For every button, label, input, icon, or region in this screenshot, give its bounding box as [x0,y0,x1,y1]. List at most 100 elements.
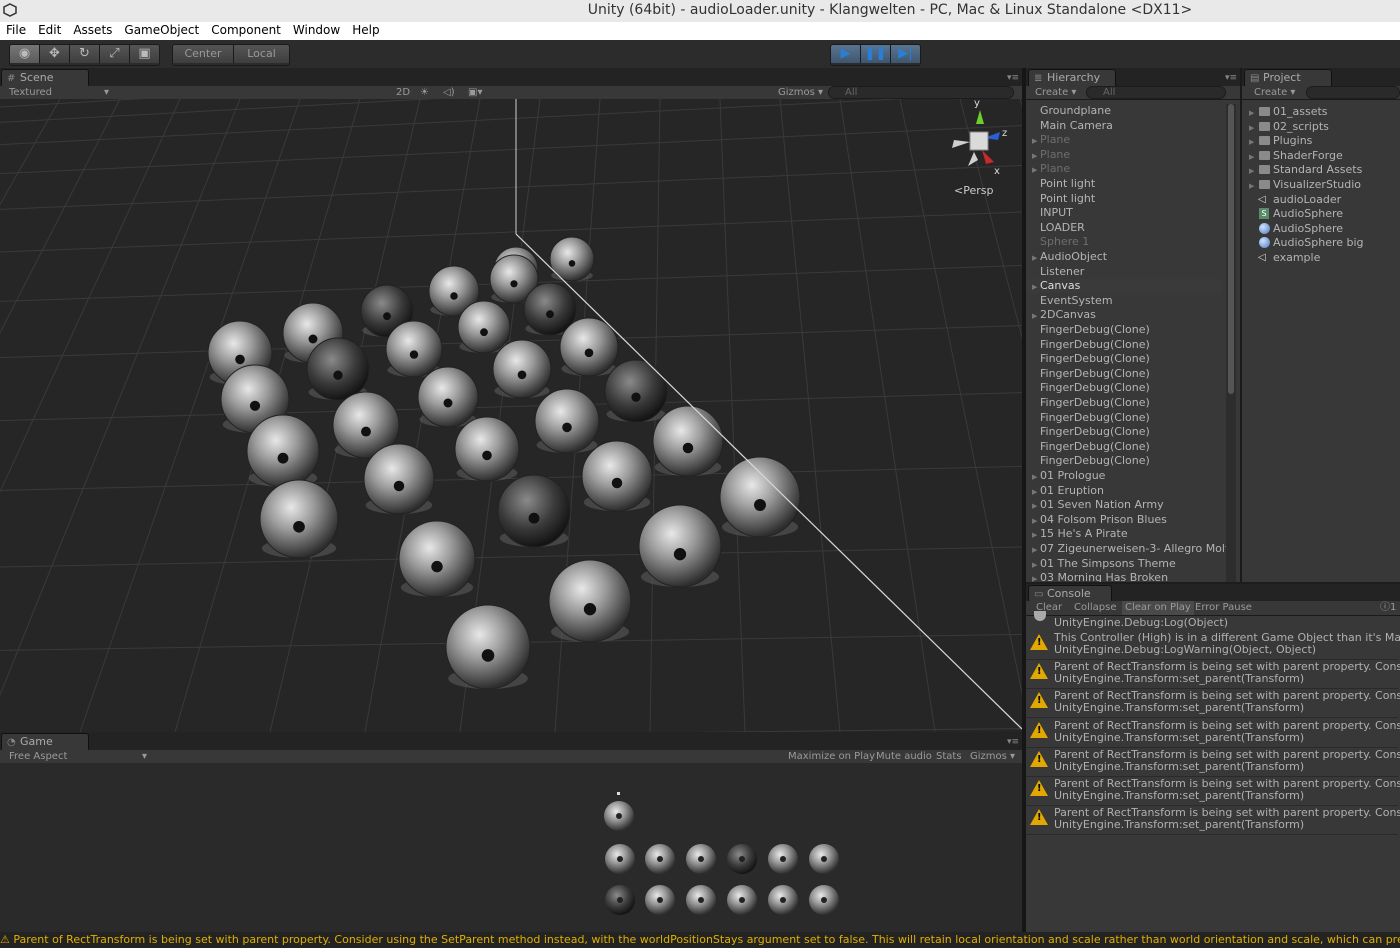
orientation-gizmo[interactable]: y z x <Persp [946,98,1014,197]
hierarchy-search-input[interactable]: All [1086,86,1226,99]
hierarchy-item[interactable]: FingerDebug(Clone) [1040,381,1150,395]
rotate-tool-icon[interactable]: ↻ [70,45,100,63]
project-item[interactable]: ▶ 01_assets [1249,105,1328,119]
tab-project[interactable]: ▤ Project [1244,69,1332,86]
hierarchy-item[interactable]: EventSystem [1040,294,1113,308]
hierarchy-create-dropdown[interactable]: Create ▾ [1035,86,1076,100]
hierarchy-item[interactable]: FingerDebug(Clone) [1040,338,1150,352]
game-panel-menu-icon[interactable]: ▾≡ [1007,737,1019,747]
hierarchy-item[interactable]: 01 Eruption [1032,484,1104,499]
status-bar[interactable]: ⚠ Parent of RectTransform is being set w… [0,932,1400,948]
console-entry[interactable]: ! Parent of RectTransform is being set wi… [1026,776,1400,806]
expand-arrow-icon[interactable]: ▶ [1249,179,1254,193]
scale-tool-icon[interactable]: ⤢ [100,45,130,63]
hierarchy-item[interactable]: Canvas [1032,279,1080,294]
project-item[interactable]: AudioSphere [1259,222,1343,236]
hierarchy-item[interactable]: 07 Zigeunerweisen-3- Allegro Molto [1032,542,1226,557]
scene-viewport[interactable] [0,99,1022,732]
hierarchy-scrollbar[interactable] [1226,104,1236,582]
console-entry[interactable]: ! This Controller (High) is in a differen… [1026,630,1400,660]
tab-scene[interactable]: # Scene [1,69,89,86]
game-view[interactable] [0,763,1022,932]
pivot-local-button[interactable]: Local [234,45,289,63]
console-entry[interactable]: ! Parent of RectTransform is being set wi… [1026,747,1400,777]
hierarchy-item[interactable]: Point light [1040,192,1095,206]
expand-arrow-icon[interactable]: ▶ [1249,106,1254,120]
menu-assets[interactable]: Assets [67,22,118,37]
lighting-toggle-icon[interactable]: ☀ [420,86,429,100]
project-item[interactable]: ▶ 02_scripts [1249,120,1329,134]
stats-toggle[interactable]: Stats [936,750,962,764]
project-create-dropdown[interactable]: Create ▾ [1254,86,1295,100]
hierarchy-item[interactable]: FingerDebug(Clone) [1040,411,1150,425]
hierarchy-item[interactable]: FingerDebug(Clone) [1040,367,1150,381]
hierarchy-item[interactable]: FingerDebug(Clone) [1040,396,1150,410]
hierarchy-item[interactable]: 15 He's A Pirate [1032,527,1128,542]
hierarchy-item[interactable]: Groundplane [1040,104,1111,118]
hierarchy-item[interactable]: 01 Seven Nation Army [1032,498,1164,513]
expand-arrow-icon[interactable]: ▶ [1249,150,1254,164]
console-info-filter[interactable]: ⓘ1 [1380,601,1396,615]
menu-edit[interactable]: Edit [32,22,67,37]
hierarchy-item[interactable]: Point light [1040,177,1095,191]
hierarchy-scroll-thumb[interactable] [1228,104,1234,394]
expand-arrow-icon[interactable]: ▶ [1249,121,1254,135]
mute-audio-toggle[interactable]: Mute audio [876,750,932,764]
effects-toggle-icon[interactable]: ▣▾ [468,86,482,100]
hierarchy-item[interactable]: Sphere 1 [1040,235,1089,249]
project-item[interactable]: ▶ Plugins [1249,134,1312,148]
hierarchy-item[interactable]: Plane [1032,148,1070,163]
hierarchy-item[interactable]: LOADER [1040,221,1085,235]
hierarchy-item[interactable]: FingerDebug(Clone) [1040,352,1150,366]
hierarchy-item[interactable]: INPUT [1040,206,1073,220]
move-tool-icon[interactable]: ✥ [40,45,70,63]
project-item[interactable]: ▶ Standard Assets [1249,163,1362,177]
menu-file[interactable]: File [0,22,32,37]
shading-mode-dropdown[interactable]: Textured ▾ [9,86,109,100]
console-entry[interactable]: ! Parent of RectTransform is being set wi… [1026,688,1400,719]
expand-arrow-icon[interactable]: ▶ [1249,164,1254,178]
hierarchy-item[interactable]: Plane [1032,133,1070,148]
maximize-on-play-toggle[interactable]: Maximize on Play [788,750,875,764]
hierarchy-item[interactable]: FingerDebug(Clone) [1040,454,1150,468]
hierarchy-item[interactable]: 01 Prologue [1032,469,1106,484]
project-item[interactable]: S AudioSphere [1259,207,1343,221]
perspective-toggle[interactable]: <Persp [954,184,993,197]
console-partial-entry[interactable]: UnityEngine.Debug:Log(Object) [1026,611,1400,629]
audio-toggle-icon[interactable]: ◁) [443,86,455,100]
rect-tool-icon[interactable]: ▣ [130,45,159,63]
scene-gizmos-dropdown[interactable]: Gizmos ▾ [778,86,823,100]
scene-search-input[interactable]: All [828,86,1014,99]
hierarchy-item[interactable]: 03 Morning Has Broken [1032,571,1168,582]
console-entry[interactable]: ! Parent of RectTransform is being set wi… [1026,805,1400,836]
menu-window[interactable]: Window [287,22,346,37]
view-tool-eye-icon[interactable]: ◉ [10,45,40,63]
hierarchy-item[interactable]: Plane [1032,162,1070,177]
game-gizmos-dropdown[interactable]: Gizmos ▾ [970,750,1015,764]
hierarchy-item[interactable]: 2DCanvas [1032,308,1096,323]
project-search-input[interactable] [1306,86,1400,99]
console-entry[interactable]: ! Parent of RectTransform is being set wi… [1026,659,1400,690]
hierarchy-item[interactable]: AudioObject [1032,250,1107,265]
play-button-icon[interactable]: ▶ [831,45,861,63]
project-item[interactable]: ◁ example [1258,251,1320,265]
toggle-2d-button[interactable]: 2D [396,86,410,100]
console-entry[interactable]: ! Parent of RectTransform is being set wi… [1026,718,1400,748]
menu-gameobject[interactable]: GameObject [118,22,205,37]
project-item[interactable]: AudioSphere big [1259,236,1364,250]
hierarchy-item[interactable]: FingerDebug(Clone) [1040,323,1150,337]
hierarchy-item[interactable]: Listener [1040,265,1084,279]
expand-arrow-icon[interactable]: ▶ [1249,135,1254,149]
tab-console[interactable]: ▭ Console [1028,585,1112,602]
tab-hierarchy[interactable]: ≣ Hierarchy [1028,69,1116,86]
aspect-dropdown[interactable]: Free Aspect ▾ [9,750,147,764]
hierarchy-item[interactable]: FingerDebug(Clone) [1040,440,1150,454]
hierarchy-menu-icon[interactable]: ▾≡ [1225,73,1237,83]
project-item[interactable]: ▶ ShaderForge [1249,149,1343,163]
console-clear-on-play-toggle[interactable]: Clear on Play [1122,601,1194,615]
step-button-icon[interactable]: ▶| [891,45,920,63]
console-error-pause-toggle[interactable]: Error Pause [1195,601,1252,615]
project-item[interactable]: ◁ audioLoader [1258,193,1341,207]
pivot-center-button[interactable]: Center [173,45,234,63]
console-collapse-button[interactable]: Collapse [1074,601,1117,615]
